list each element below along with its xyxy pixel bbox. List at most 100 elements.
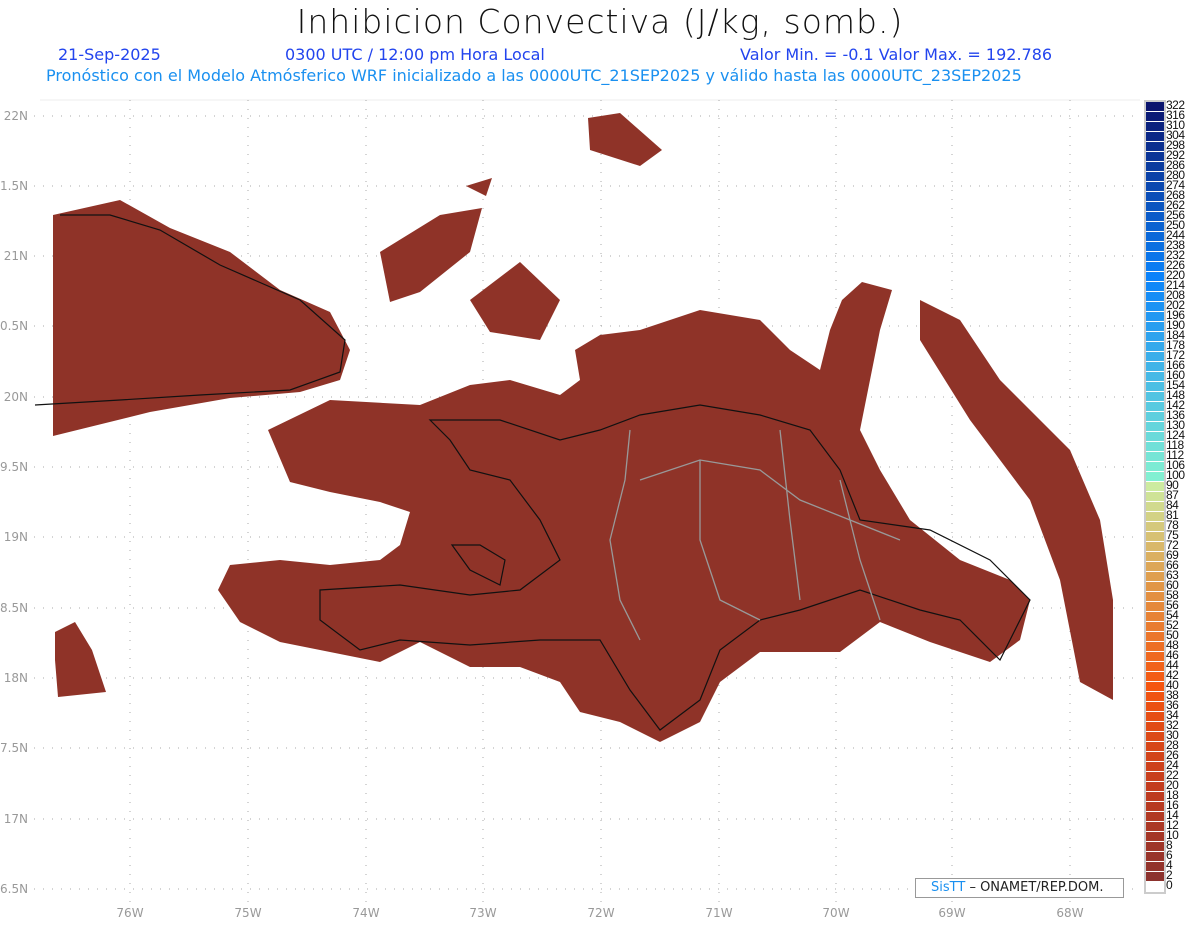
colorbar-swatch bbox=[1146, 342, 1164, 352]
colorbar-swatch bbox=[1146, 482, 1164, 492]
latitude-label: 7.5N bbox=[0, 741, 29, 755]
colorbar-swatch bbox=[1146, 182, 1164, 192]
colorbar-swatch bbox=[1146, 582, 1164, 592]
colorbar-swatch bbox=[1146, 102, 1164, 112]
colorbar-swatch bbox=[1146, 362, 1164, 372]
colorbar-swatch bbox=[1146, 242, 1164, 252]
colorbar-swatch bbox=[1146, 512, 1164, 522]
latitude-label: 8.5N bbox=[0, 601, 29, 615]
colorbar-swatch bbox=[1146, 502, 1164, 512]
longitude-label: 75W bbox=[234, 906, 262, 920]
colorbar-swatch bbox=[1146, 772, 1164, 782]
colorbar-swatch bbox=[1146, 752, 1164, 762]
longitude-label: 69W bbox=[938, 906, 966, 920]
colorbar-swatch bbox=[1146, 672, 1164, 682]
colorbar-swatch bbox=[1146, 252, 1164, 262]
colorbar-swatch bbox=[1146, 632, 1164, 642]
colorbar-swatch bbox=[1146, 602, 1164, 612]
colorbar-swatch bbox=[1146, 822, 1164, 832]
latitude-label: 0.5N bbox=[0, 319, 29, 333]
colorbar-swatch bbox=[1146, 162, 1164, 172]
colorbar-swatch bbox=[1146, 802, 1164, 812]
colorbar-swatch bbox=[1146, 612, 1164, 622]
latitude-label: 17N bbox=[3, 812, 28, 826]
latitude-label: 19N bbox=[3, 530, 28, 544]
colorbar-swatch bbox=[1146, 652, 1164, 662]
colorbar-swatch bbox=[1146, 572, 1164, 582]
colorbar-swatch bbox=[1146, 202, 1164, 212]
colorbar-swatch bbox=[1146, 862, 1164, 872]
colorbar-swatch bbox=[1146, 882, 1164, 892]
colorbar-swatch bbox=[1146, 322, 1164, 332]
colorbar-swatch bbox=[1146, 222, 1164, 232]
colorbar-swatch bbox=[1146, 132, 1164, 142]
latitude-label: 22N bbox=[3, 109, 28, 123]
colorbar-swatch bbox=[1146, 432, 1164, 442]
colorbar-swatch bbox=[1146, 812, 1164, 822]
colorbar-swatch bbox=[1146, 472, 1164, 482]
forecast-map-figure: Inhibicion Convectiva (J/kg, somb.) 21-S… bbox=[0, 0, 1200, 927]
colorbar-swatch bbox=[1146, 492, 1164, 502]
colorbar-swatch bbox=[1146, 702, 1164, 712]
colorbar-swatch bbox=[1146, 552, 1164, 562]
colorbar-swatch bbox=[1146, 312, 1164, 322]
colorbar-swatch bbox=[1146, 282, 1164, 292]
longitude-label: 74W bbox=[352, 906, 380, 920]
map-canvas bbox=[34, 99, 1140, 905]
latitude-label: 18N bbox=[3, 671, 28, 685]
colorbar-swatch bbox=[1146, 562, 1164, 572]
colorbar-swatch bbox=[1146, 592, 1164, 602]
colorbar-swatch bbox=[1146, 172, 1164, 182]
colorbar-swatch bbox=[1146, 412, 1164, 422]
latitude-label: 20N bbox=[3, 390, 28, 404]
latitude-label: 6.5N bbox=[0, 882, 29, 896]
colorbar-swatch bbox=[1146, 712, 1164, 722]
colorbar-swatch bbox=[1146, 232, 1164, 242]
colorbar-swatch bbox=[1146, 122, 1164, 132]
longitude-label: 70W bbox=[822, 906, 850, 920]
longitude-label: 71W bbox=[705, 906, 733, 920]
colorbar-swatch bbox=[1146, 852, 1164, 862]
longitude-label: 76W bbox=[116, 906, 144, 920]
colorbar-swatch bbox=[1146, 762, 1164, 772]
colorbar-swatch bbox=[1146, 392, 1164, 402]
colorbar-swatch bbox=[1146, 742, 1164, 752]
longitude-label: 68W bbox=[1056, 906, 1084, 920]
colorbar-swatch bbox=[1146, 332, 1164, 342]
colorbar-swatch bbox=[1146, 832, 1164, 842]
colorbar-swatch bbox=[1146, 872, 1164, 882]
colorbar-swatch bbox=[1146, 422, 1164, 432]
colorbar-swatch bbox=[1146, 152, 1164, 162]
credit-box: SisTT – ONAMET/REP.DOM. bbox=[915, 878, 1124, 898]
colorbar-swatch bbox=[1146, 642, 1164, 652]
colorbar-swatch bbox=[1146, 792, 1164, 802]
latitude-label: 21N bbox=[3, 249, 28, 263]
colorbar bbox=[1144, 100, 1166, 894]
colorbar-swatch bbox=[1146, 262, 1164, 272]
longitude-label: 72W bbox=[587, 906, 615, 920]
colorbar-swatch bbox=[1146, 462, 1164, 472]
colorbar-swatch bbox=[1146, 142, 1164, 152]
colorbar-swatch bbox=[1146, 542, 1164, 552]
colorbar-label: 0 bbox=[1166, 878, 1173, 892]
colorbar-swatch bbox=[1146, 452, 1164, 462]
colorbar-swatch bbox=[1146, 212, 1164, 222]
colorbar-swatch bbox=[1146, 352, 1164, 362]
colorbar-swatch bbox=[1146, 622, 1164, 632]
colorbar-swatch bbox=[1146, 782, 1164, 792]
field-shading bbox=[53, 113, 1113, 742]
colorbar-swatch bbox=[1146, 662, 1164, 672]
colorbar-swatch bbox=[1146, 532, 1164, 542]
colorbar-swatch bbox=[1146, 522, 1164, 532]
colorbar-swatch bbox=[1146, 112, 1164, 122]
credit-org: – ONAMET/REP.DOM. bbox=[969, 880, 1104, 895]
colorbar-swatch bbox=[1146, 372, 1164, 382]
colorbar-swatch bbox=[1146, 692, 1164, 702]
colorbar-swatch bbox=[1146, 732, 1164, 742]
colorbar-swatch bbox=[1146, 842, 1164, 852]
colorbar-swatch bbox=[1146, 192, 1164, 202]
colorbar-swatch bbox=[1146, 382, 1164, 392]
colorbar-swatch bbox=[1146, 402, 1164, 412]
colorbar-swatch bbox=[1146, 272, 1164, 282]
sispi-logo: SisTT bbox=[931, 880, 966, 895]
